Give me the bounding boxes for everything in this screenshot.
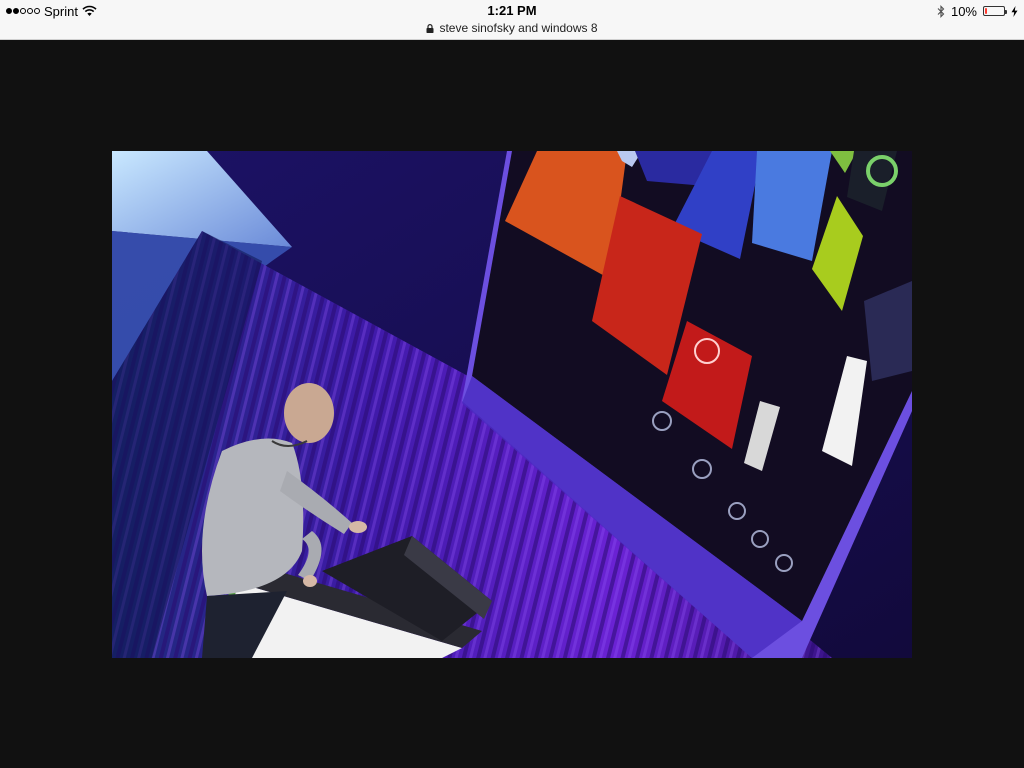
article-photo[interactable] — [112, 151, 912, 658]
battery-level — [985, 8, 987, 14]
status-bar: Sprint 1:21 PM steve sinofsky and window… — [0, 0, 1024, 40]
lock-icon — [426, 23, 434, 33]
presentation-photo-image — [112, 151, 912, 658]
address-bar[interactable]: steve sinofsky and windows 8 — [0, 21, 1024, 35]
battery-icon — [983, 6, 1007, 16]
bluetooth-icon — [937, 4, 945, 18]
device-status: 10% — [937, 3, 1018, 19]
clock: 1:21 PM — [487, 3, 537, 18]
battery-percent: 10% — [950, 3, 977, 19]
charging-bolt-icon — [1011, 5, 1018, 17]
page-title[interactable]: steve sinofsky and windows 8 — [439, 21, 597, 35]
